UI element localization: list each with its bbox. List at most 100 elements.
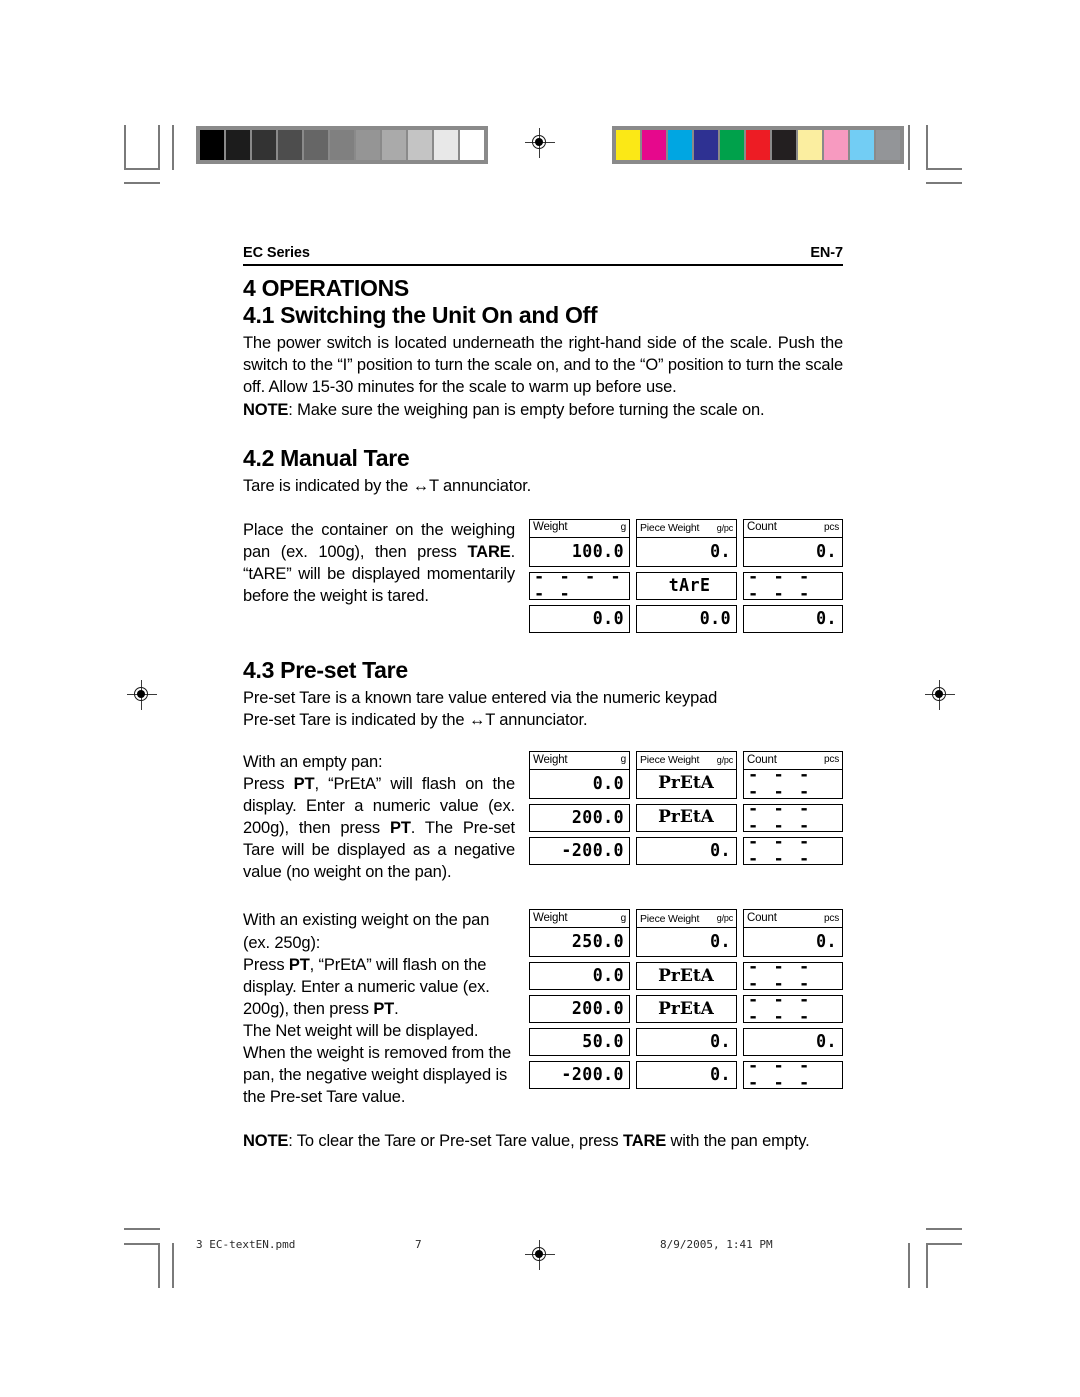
color-calibration-bar [612, 126, 904, 164]
display-row: 0.0 0.0 0. [529, 604, 843, 633]
display-header-unit: pcs [824, 754, 839, 766]
display-header-label: Count [747, 912, 777, 925]
case1-part-a: Press [243, 774, 294, 793]
grayscale-calibration-bar [196, 126, 488, 164]
crop-mark-bottom-left-corner-h [124, 1243, 160, 1245]
display-cell-count: - - - - - - [743, 990, 843, 1028]
display-value-piece-weight: tArE [668, 574, 711, 596]
display-value-piece-weight: PrEtA [658, 807, 714, 828]
display-cell-count: 0. [743, 1028, 843, 1057]
footer-timestamp: 8/9/2005, 1:41 PM [660, 1238, 773, 1251]
display-cell-count: Count pcs 0. [743, 909, 843, 958]
display-header-unit: pcs [824, 912, 839, 924]
display-value-weight: - - - - - - [534, 566, 624, 604]
display-value-piece-weight: 0. [710, 839, 731, 861]
display-value-piece-weight: 0. [710, 931, 731, 953]
display-row: 0.0 PrEtA - - - - - - [529, 957, 843, 995]
display-value-piece-weight: PrEtA [658, 998, 714, 1019]
crop-mark-bottom-right-inner-v [926, 1243, 928, 1288]
display-value-piece-weight: 0. [710, 540, 731, 562]
column-text-4-2: Place the container on the weighing pan … [243, 519, 515, 607]
display-value-count: - - - - - - [748, 566, 812, 604]
page-content: EC Series EN-7 4 OPERATIONS 4.1 Switchin… [243, 245, 843, 1169]
case2-part-c: . [394, 999, 399, 1018]
display-cell-count: Count pcs 0. [743, 518, 843, 567]
column-display-4-2: Weight g 100.0 Piece Weight g/pc 0. Count pcs 0.… [529, 518, 843, 633]
display-value-weight: 0.0 [592, 965, 624, 987]
display-cell-count: - - - - - - [743, 566, 843, 604]
footer-page-number: 7 [415, 1238, 422, 1251]
crop-mark-bottom-right-corner-h [926, 1243, 962, 1245]
color-patch-5 [746, 130, 770, 160]
display-header-unit: g/pc [716, 522, 733, 533]
display-cell-piece-weight: 0. [636, 1061, 737, 1090]
display-value-weight: 100.0 [571, 540, 624, 562]
pt-key-label-4: PT [373, 999, 395, 1018]
display-header-label: Weight [533, 912, 568, 925]
grayscale-patch-0 [200, 130, 224, 160]
paragraph-4-1-body: The power switch is located underneath t… [243, 334, 843, 397]
display-row: -200.0 0. - - - - - - [529, 833, 843, 867]
display-row: Weight g 250.0 Piece Weight g/pc 0. Count pcs 0. [529, 909, 843, 958]
column-text-4-3-case1: With an empty pan: Press PT, “PrEtA” wil… [243, 751, 515, 884]
display-header-piece-weight: Piece Weight g/pc [637, 520, 736, 538]
display-cell-count: 0. [743, 604, 843, 633]
grayscale-patch-6 [356, 130, 380, 160]
display-value-weight: 200.0 [571, 806, 624, 828]
footer-filename: 3 EC-textEN.pmd [196, 1238, 296, 1251]
display-cell-piece-weight: PrEtA [636, 803, 737, 832]
display-cell-weight: -200.0 [529, 836, 630, 865]
registration-mark-top-center [525, 128, 555, 158]
display-row: Weight g 100.0 Piece Weight g/pc 0. Count pcs 0. [529, 518, 843, 567]
page-title: 4 OPERATIONS [243, 275, 409, 302]
color-patch-2 [668, 130, 692, 160]
running-head-rule [243, 264, 843, 267]
display-value-count: - - - - - - [748, 957, 812, 995]
crop-mark-bottom-left-inner-v [172, 1243, 174, 1288]
display-cell-weight: Weight g 100.0 [529, 518, 630, 567]
display-row: 200.0 PrEtA - - - - - - [529, 800, 843, 834]
color-patch-6 [772, 130, 796, 160]
grayscale-patch-1 [226, 130, 250, 160]
display-header-piece-weight: Piece Weight g/pc [637, 752, 736, 770]
crop-mark-top-left-v [158, 125, 160, 170]
display-cell-weight: 0.0 [529, 604, 630, 633]
display-row: 50.0 0. 0. [529, 1028, 843, 1057]
display-cell-piece-weight: Piece Weight g/pc 0. [636, 909, 737, 958]
display-header-label: Piece Weight [640, 521, 700, 534]
display-header-label: Piece Weight [640, 754, 700, 767]
display-cell-weight: - - - - - - [529, 566, 630, 604]
heading-4-2: 4.2 Manual Tare [243, 444, 410, 471]
crop-mark-top-left-inner-v [172, 125, 174, 170]
heading-4-1: 4.1 Switching the Unit On and Off [243, 302, 598, 329]
note-label-4-1: NOTE [243, 400, 289, 419]
display-value-count: - - - - - - [748, 1056, 812, 1094]
trim-mark-top-right [926, 182, 962, 184]
final-note-a: : To clear the Tare or Pre-set Tare valu… [288, 1132, 623, 1151]
color-patch-4 [720, 130, 744, 160]
display-header-unit: g/pc [716, 913, 733, 924]
display-cell-count: - - - - - - [743, 833, 843, 867]
pt-key-label-2: PT [389, 819, 411, 838]
registration-mark-bottom-center [525, 1240, 555, 1270]
column-display-4-3-case1: Weight g 0.0 Piece Weight g/pc PrEtA Count pcs -… [529, 750, 843, 867]
display-cell-count: - - - - - - [743, 800, 843, 834]
grayscale-patch-10 [460, 130, 484, 160]
color-patch-10 [876, 130, 900, 160]
display-value-count: - - - - - - [748, 764, 812, 802]
display-value-count: - - - - - - [748, 990, 812, 1028]
display-header-unit: g [620, 912, 627, 924]
paragraph-4-3-intro-2: Pre-set Tare is indicated by the ↔T annu… [243, 710, 588, 729]
heading-4-3: 4.3 Pre-set Tare [243, 656, 408, 683]
crop-mark-top-right-corner-h [926, 168, 962, 170]
crop-mark-top-left-corner-v [124, 125, 126, 170]
tare-key-label-2: TARE [622, 1132, 667, 1151]
display-cell-count: Count pcs - - - - - - [743, 750, 843, 802]
display-header-count: Count pcs [744, 520, 842, 538]
display-value-piece-weight: PrEtA [658, 773, 714, 794]
display-cell-piece-weight: PrEtA [636, 962, 737, 991]
display-header-label: Piece Weight [640, 912, 700, 925]
display-header-unit: g [620, 522, 627, 534]
running-head-left: EC Series [243, 245, 310, 261]
display-header-piece-weight: Piece Weight g/pc [637, 910, 736, 929]
